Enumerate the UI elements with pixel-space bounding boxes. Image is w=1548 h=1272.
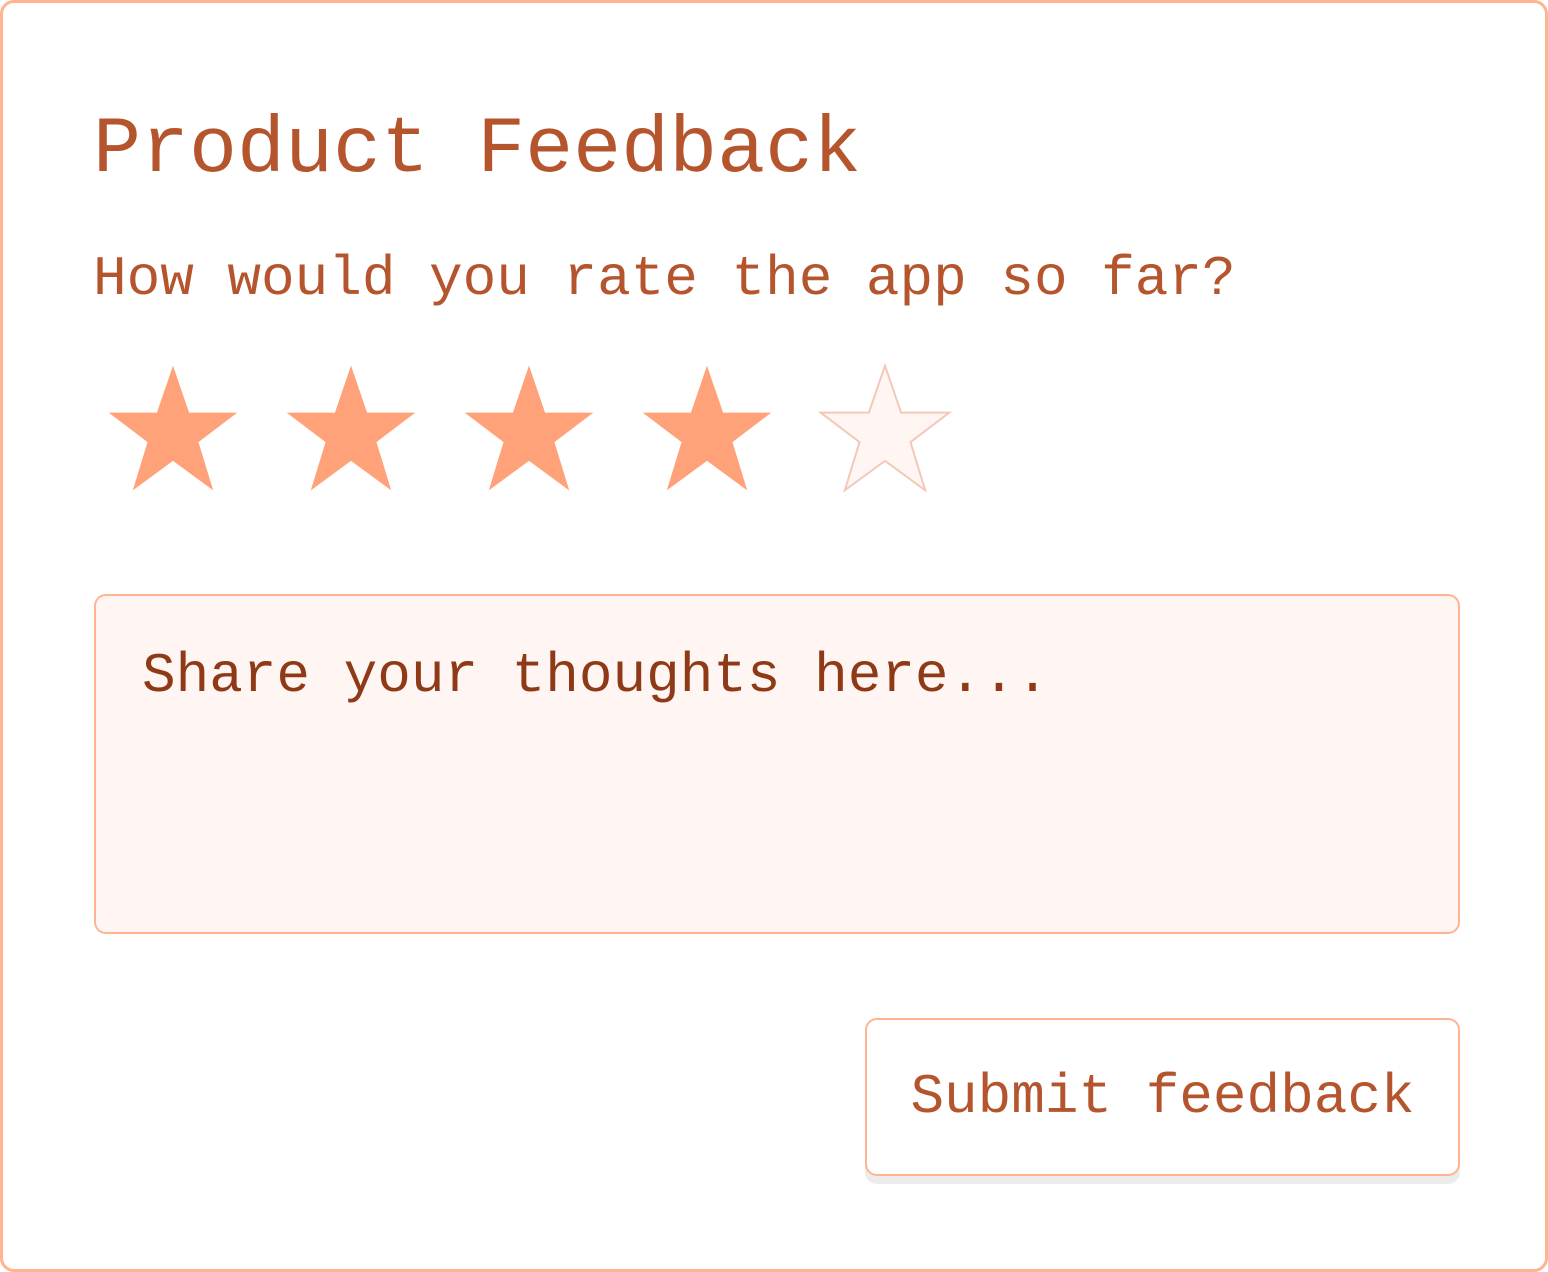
rating-question: How would you rate the app so far?	[93, 247, 1236, 311]
star-rating	[105, 363, 953, 493]
star-icon-3-filled[interactable]	[461, 363, 597, 493]
feedback-placeholder: Share your thoughts here...	[142, 644, 1050, 708]
card-title: Product Feedback	[93, 105, 862, 196]
star-icon-1-filled[interactable]	[105, 363, 241, 493]
submit-feedback-button[interactable]: Submit feedback	[865, 1018, 1460, 1176]
star-icon-2-filled[interactable]	[283, 363, 419, 493]
star-icon-4-filled[interactable]	[639, 363, 775, 493]
feedback-card: Product Feedback How would you rate the …	[0, 0, 1548, 1272]
star-icon-5-empty[interactable]	[817, 363, 953, 493]
feedback-textarea[interactable]: Share your thoughts here...	[94, 594, 1460, 934]
